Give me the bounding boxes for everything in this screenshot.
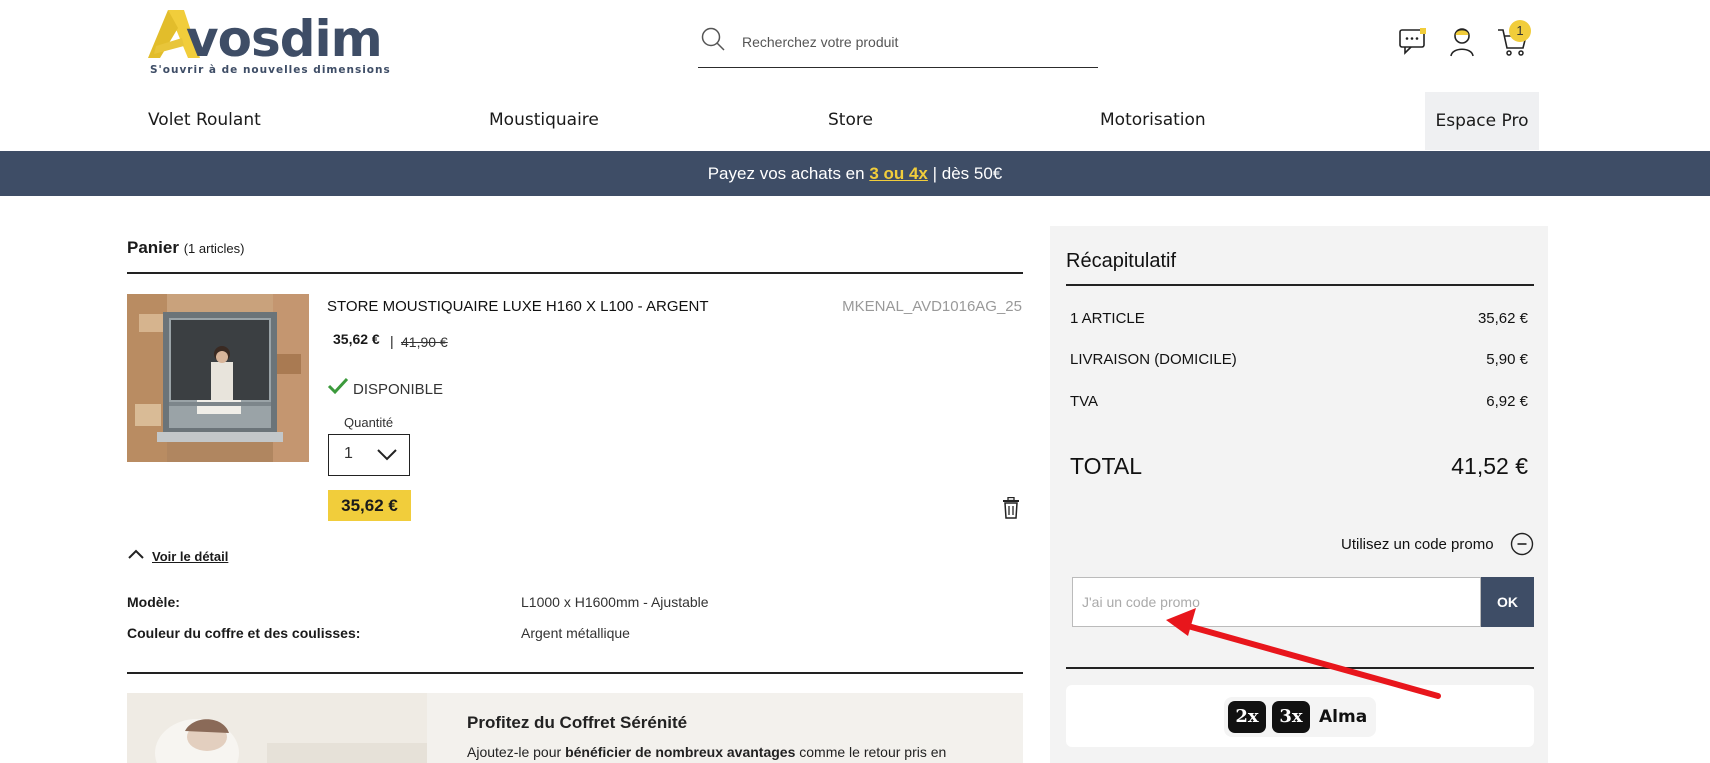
serenity-text-suffix: comme le retour pris en xyxy=(795,744,947,760)
nav-item-volet-roulant[interactable]: Volet Roulant xyxy=(148,110,261,130)
logo-wordmark: vosdim xyxy=(186,10,383,68)
site-header: vosdim S'ouvrir à de nouvelles dimension… xyxy=(0,0,1710,90)
cart-title: Panier (1 articles) xyxy=(127,238,244,258)
cart-article-count: (1 articles) xyxy=(183,241,245,256)
spec-value: L1000 x H1600mm - Ajustable xyxy=(521,594,709,610)
line-total-price: 35,62 € xyxy=(328,490,411,521)
total-value: 41,52 € xyxy=(1451,453,1528,479)
serenity-text-prefix: Ajoutez-le pour xyxy=(467,744,566,760)
product-name[interactable]: STORE MOUSTIQUAIRE LUXE H160 X L100 - AR… xyxy=(327,298,709,315)
summary-row-label: 1 ARTICLE xyxy=(1070,310,1145,327)
total-label: TOTAL xyxy=(1070,453,1142,479)
price-separator: | xyxy=(390,333,394,349)
quantity-value: 1 xyxy=(344,445,353,462)
serenity-offer-card: Profitez du Coffret Sérénité Ajoutez-le … xyxy=(127,693,1023,763)
nav-item-espace-pro[interactable]: Espace Pro xyxy=(1425,92,1539,150)
chat-icon[interactable] xyxy=(1396,24,1430,58)
divider xyxy=(127,272,1023,274)
promo-code-input[interactable] xyxy=(1072,577,1481,627)
serenity-text-bold: bénéficier de nombreux avantages xyxy=(565,744,796,760)
logo-tagline: S'ouvrir à de nouvelles dimensions xyxy=(150,64,391,76)
divider xyxy=(1066,284,1534,286)
logo[interactable]: vosdim S'ouvrir à de nouvelles dimension… xyxy=(148,8,398,80)
nav-item-store[interactable]: Store xyxy=(828,110,873,130)
divider xyxy=(127,672,1023,674)
toggle-detail-link[interactable]: Voir le détail xyxy=(152,549,228,564)
cart-title-text: Panier xyxy=(127,238,179,257)
nav-item-moustiquaire[interactable]: Moustiquaire xyxy=(489,110,599,130)
cart-count-badge[interactable]: 1 xyxy=(1509,20,1531,42)
summary-row-label: LIVRAISON (DOMICILE) xyxy=(1070,351,1237,368)
trash-icon[interactable] xyxy=(1002,497,1020,519)
summary-title: Récapitulatif xyxy=(1066,250,1177,272)
serenity-offer-title: Profitez du Coffret Sérénité xyxy=(467,713,688,732)
summary-row-label: TVA xyxy=(1070,393,1099,410)
spec-value: Argent métallique xyxy=(521,625,630,641)
spec-label: Couleur du coffre et des coulisses: xyxy=(127,625,361,641)
quantity-label: Quantité xyxy=(344,415,394,430)
chevron-down-icon xyxy=(377,449,397,461)
alma-2x-option[interactable]: 2x xyxy=(1228,701,1266,733)
alma-payment-widget: 2x 3x Alma xyxy=(1066,685,1534,747)
order-summary: Récapitulatif 1 ARTICLE 35,62 € LIVRAISO… xyxy=(1050,226,1548,763)
alma-options: 2x 3x Alma xyxy=(1224,697,1376,737)
serenity-photo xyxy=(127,693,427,763)
summary-row-value: 5,90 € xyxy=(1486,351,1528,368)
search-input[interactable] xyxy=(742,30,1082,54)
promo-code-link[interactable]: Utilisez un code promo xyxy=(1341,536,1494,553)
chevron-up-icon[interactable] xyxy=(127,548,145,560)
search-bar xyxy=(698,20,1098,68)
unit-price: 35,62 € xyxy=(333,331,380,347)
old-price: 41,90 € xyxy=(401,334,448,350)
summary-row-value: 6,92 € xyxy=(1486,393,1528,410)
banner-suffix: | dès 50€ xyxy=(927,164,1003,183)
nav-item-motorisation[interactable]: Motorisation xyxy=(1100,110,1206,130)
alma-3x-option[interactable]: 3x xyxy=(1272,701,1310,733)
alma-logo: Alma xyxy=(1319,707,1368,727)
search-icon[interactable] xyxy=(700,26,726,52)
product-image[interactable] xyxy=(127,294,309,462)
quantity-select[interactable]: 1 xyxy=(328,434,410,476)
promo-apply-button[interactable]: OK xyxy=(1481,577,1534,627)
summary-row-value: 35,62 € xyxy=(1477,310,1528,327)
serenity-offer-text: Ajoutez-le pour bénéficier de nombreux a… xyxy=(467,744,946,760)
spec-label: Modèle: xyxy=(127,594,180,610)
product-reference: MKENAL_AVD1016AG_25 xyxy=(842,298,1022,315)
payment-banner: Payez vos achats en 3 ou 4x | dès 50€ xyxy=(0,151,1710,196)
check-icon xyxy=(327,377,349,395)
divider xyxy=(1066,667,1534,669)
collapse-minus-icon[interactable] xyxy=(1510,532,1534,556)
availability-status: DISPONIBLE xyxy=(353,381,444,398)
banner-prefix: Payez vos achats en xyxy=(707,164,870,183)
account-icon[interactable] xyxy=(1446,24,1480,58)
main-nav: Volet Roulant Moustiquaire Store Motoris… xyxy=(0,92,1710,150)
banner-highlight-link[interactable]: 3 ou 4x xyxy=(869,164,928,183)
